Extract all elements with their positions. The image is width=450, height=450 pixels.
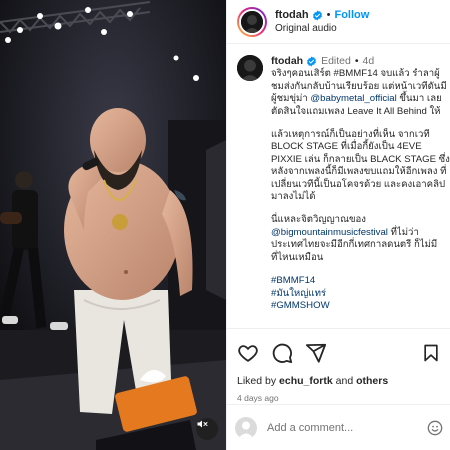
liked-by-user-link[interactable]: echu_fortk <box>279 375 333 387</box>
audio-link[interactable]: Original audio <box>275 23 369 34</box>
avatar-image <box>237 55 263 81</box>
caption-avatar[interactable] <box>237 55 263 81</box>
edited-label: Edited <box>321 55 351 67</box>
caption-paragraph-1: จริงๆคอนเสิร์ต #BMMF14 จบแล้ว รําลาผู้ชม… <box>271 68 450 118</box>
likes-summary: Liked by echu_fortk and others <box>237 375 441 387</box>
concert-scene-image <box>0 0 226 450</box>
comment-bar <box>227 404 450 450</box>
hashtag-link[interactable]: #BMMF14 <box>271 275 450 287</box>
post-video[interactable] <box>0 0 226 450</box>
caption-paragraph-2: แล้วเหตุการณ์ก็เป็นอย่างที่เห็น จากเวที … <box>271 129 450 203</box>
user-placeholder-icon <box>238 421 254 439</box>
verified-badge-icon <box>307 56 317 67</box>
hashtag-link[interactable]: #GMMSHOW <box>271 300 450 312</box>
share-button[interactable] <box>305 342 327 364</box>
hashtag-list: #BMMF14 #มันใหญ่แทร่ #GMMSHOW <box>271 275 450 312</box>
share-icon <box>305 343 327 363</box>
caption-area: ftodah Edited • 4d จริงๆคอนเสิร์ต #BMMF1… <box>227 45 450 328</box>
emoji-icon <box>427 420 443 435</box>
follow-button[interactable]: Follow <box>334 9 369 21</box>
likes-mid: and <box>332 375 357 387</box>
author-avatar-button[interactable] <box>237 6 267 37</box>
avatar <box>239 8 265 35</box>
caption-username[interactable]: ftodah <box>271 55 303 67</box>
likes-others-link[interactable]: others <box>356 375 388 387</box>
current-user-avatar <box>235 416 257 439</box>
heart-icon <box>238 345 258 362</box>
verified-badge-icon <box>312 9 322 21</box>
mute-icon <box>197 420 208 428</box>
post-timestamp[interactable]: 4 days ago <box>237 393 441 403</box>
separator-dot: • <box>354 55 359 67</box>
bookmark-icon <box>424 344 438 362</box>
separator-dot: • <box>326 9 331 21</box>
save-button[interactable] <box>421 342 441 364</box>
comment-input[interactable] <box>267 421 427 434</box>
post-time-short[interactable]: 4d <box>363 55 375 67</box>
emoji-button[interactable] <box>427 420 443 436</box>
comment-icon <box>272 343 293 364</box>
hashtag-link[interactable]: #มันใหญ่แทร่ <box>271 288 450 300</box>
post-panel: ftodah • Follow Original audio ftodah Ed… <box>226 0 450 450</box>
action-bar: Liked by echu_fortk and others 4 days ag… <box>227 328 450 403</box>
mention-link[interactable]: @babymetal_official <box>310 93 396 104</box>
like-button[interactable] <box>237 342 259 364</box>
caption-paragraph-3: นี่แหละจิตวิญญาณของ @bigmountainmusicfest… <box>271 214 450 264</box>
mention-link[interactable]: @bigmountainmusicfestival <box>271 227 388 238</box>
mute-button[interactable] <box>196 418 218 440</box>
avatar-image <box>241 10 263 33</box>
likes-prefix: Liked by <box>237 375 280 387</box>
caption-text: นี่แหละจิตวิญญาณของ <box>271 214 366 226</box>
comment-button[interactable] <box>271 342 293 364</box>
author-username[interactable]: ftodah <box>275 9 309 21</box>
post-header: ftodah • Follow Original audio <box>227 0 450 44</box>
